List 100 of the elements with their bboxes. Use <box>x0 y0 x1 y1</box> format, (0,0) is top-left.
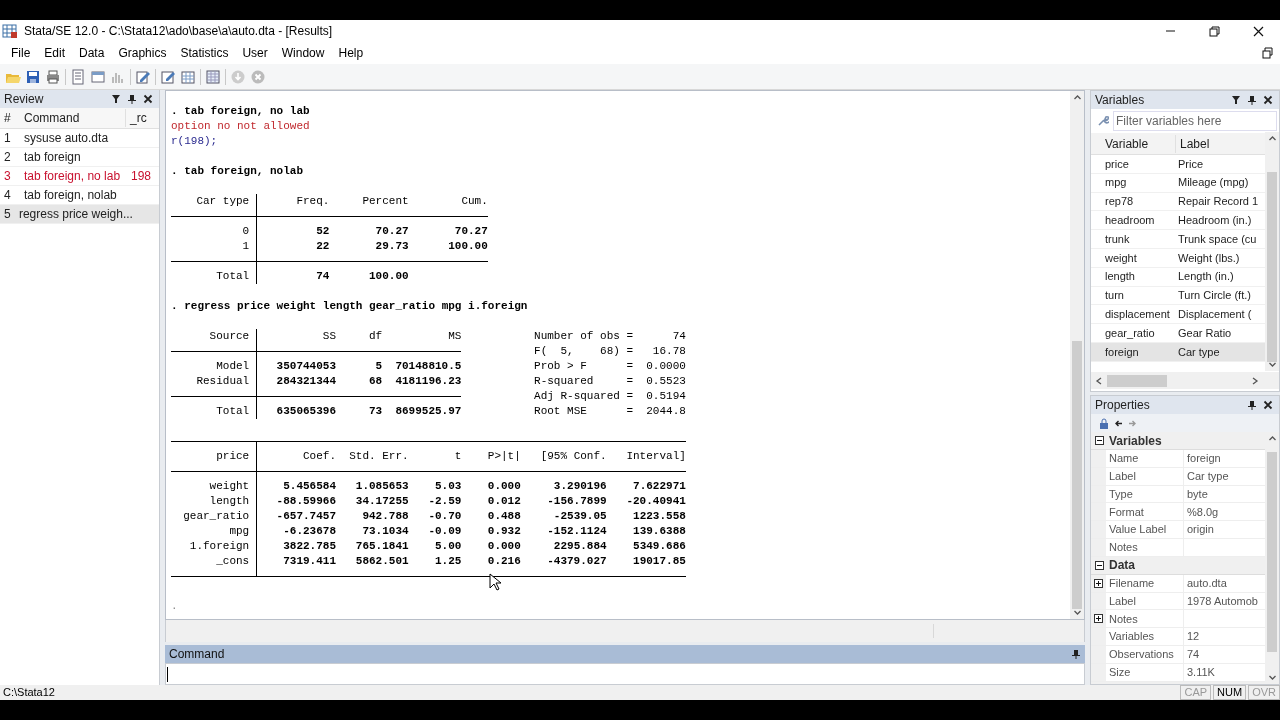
menu-item[interactable]: Data <box>72 42 112 64</box>
command-text: regress price weigh... <box>17 206 133 223</box>
close-icon <box>1251 24 1265 38</box>
table-cell-text: 1.25 <box>434 554 462 569</box>
close-icon[interactable] <box>1263 95 1273 105</box>
statistic-line: Adj R-squared = 0.5194 <box>534 389 686 404</box>
restore-icon <box>1207 24 1221 38</box>
column-header: Std. Err. <box>348 449 409 464</box>
table-cell-text: 22 <box>315 239 330 254</box>
collapse-icon[interactable] <box>1095 436 1104 445</box>
edit-icon[interactable] <box>135 68 151 85</box>
pin-icon[interactable] <box>1247 400 1257 410</box>
scrollbar[interactable] <box>1070 91 1084 619</box>
scroll-thumb[interactable] <box>1072 341 1082 609</box>
command-input[interactable] <box>165 663 1085 685</box>
close-icon[interactable] <box>143 94 153 104</box>
statistic-line: R-squared = 0.5523 <box>534 374 686 389</box>
table-cell: Total <box>171 404 257 419</box>
table-cell: weight <box>171 479 257 494</box>
variable-name: turn <box>1104 288 1125 304</box>
scrollbar[interactable] <box>1265 132 1279 371</box>
menu-item[interactable]: Statistics <box>173 42 236 64</box>
menu-item[interactable]: Help <box>331 42 371 64</box>
scroll-left-icon[interactable] <box>1095 375 1103 386</box>
variable-row[interactable]: trunk Trunk space (cu <box>1091 230 1265 249</box>
table-cell-text: -2.59 <box>427 494 462 509</box>
table-cell-text: 5349.686 <box>632 539 686 554</box>
pin-icon[interactable] <box>127 94 137 104</box>
variable-label: Displacement ( <box>1177 307 1253 322</box>
expand-icon[interactable] <box>1094 578 1103 588</box>
column-header[interactable]: Command <box>22 109 125 127</box>
close-icon[interactable] <box>1263 400 1273 410</box>
table-cell-text: 635065396 <box>275 404 336 419</box>
table-cell-text: 0.488 <box>486 509 521 524</box>
scrollbar[interactable] <box>1091 372 1279 389</box>
scroll-thumb[interactable] <box>1107 374 1167 387</box>
variable-row[interactable]: gear_ratio Gear Ratio <box>1091 324 1265 343</box>
variable-name: foreign <box>1104 344 1140 360</box>
table-cell-text: 19017.85 <box>632 554 686 569</box>
table-cell-text: 139.6388 <box>632 524 686 539</box>
column-header[interactable]: _rc <box>125 109 159 127</box>
scroll-thumb[interactable] <box>1267 172 1277 362</box>
table-cell-text: 73.1034 <box>361 524 409 539</box>
restore-icon[interactable] <box>1262 47 1274 59</box>
column-header[interactable]: Variable <box>1091 134 1175 153</box>
pin-icon[interactable] <box>1071 649 1081 659</box>
table-cell-text: 5.00 <box>434 539 462 554</box>
table-icon[interactable] <box>180 68 196 85</box>
variable-row[interactable]: price Price <box>1091 155 1265 174</box>
table-cell-text: 7319.411 <box>282 554 336 569</box>
variable-label: Trunk space (cu <box>1177 231 1258 247</box>
table-cell-text: -2539.05 <box>552 509 607 524</box>
status-indicator: CAP <box>1180 685 1212 700</box>
edit-icon[interactable] <box>160 68 176 85</box>
back-arrow-icon[interactable] <box>1114 418 1123 428</box>
table-cell-text: 0.932 <box>486 524 521 539</box>
menu-item[interactable]: Window <box>274 42 332 64</box>
scroll-thumb[interactable] <box>1267 452 1277 652</box>
table-cell-text: 100.00 <box>447 239 488 254</box>
forward-arrow-icon[interactable] <box>1128 418 1137 428</box>
filter-field[interactable]: Filter variables here <box>1113 111 1277 131</box>
scroll-right-icon[interactable] <box>1251 375 1259 386</box>
command-text: tab foreign <box>23 149 82 166</box>
table-cell-text: 73 <box>368 404 383 419</box>
property-name: Name <box>1106 450 1184 467</box>
table-cell-text: 5 <box>374 359 383 374</box>
collapse-icon[interactable] <box>1095 560 1104 570</box>
history-row[interactable]: 5 regress price weigh... <box>0 205 159 224</box>
command-line: . tab foreign, no lab <box>171 104 310 119</box>
menu-item[interactable]: Graphics <box>111 42 174 64</box>
variable-label: Headroom (in.) <box>1177 213 1253 229</box>
scrollbar[interactable] <box>1265 432 1279 684</box>
grid-icon[interactable] <box>205 68 221 85</box>
property-value: origin <box>1184 521 1265 538</box>
print-icon[interactable] <box>45 68 61 85</box>
column-header: MS <box>447 329 462 344</box>
filter-icon[interactable] <box>111 94 121 104</box>
table-cell-text: 5.03 <box>434 479 462 494</box>
column-header: Source <box>171 329 257 344</box>
variable-label: Price <box>1177 156 1205 172</box>
table-cell-text: 1223.558 <box>632 509 686 524</box>
menu-item[interactable]: User <box>235 42 275 64</box>
column-header[interactable]: # <box>0 109 22 127</box>
variable-label: Gear Ratio <box>1177 325 1233 341</box>
table-cell-text: 100.00 <box>368 269 409 284</box>
expand-icon[interactable] <box>1094 614 1103 624</box>
command-line: . regress price weight length gear_ratio mpg i.foreign <box>171 299 528 314</box>
menu-item[interactable]: File <box>4 42 38 64</box>
pin-icon[interactable] <box>1247 95 1257 105</box>
lock-icon[interactable] <box>1099 417 1109 429</box>
menu-item[interactable]: Edit <box>37 42 73 64</box>
variable-label: Car type <box>1177 344 1221 360</box>
save-icon[interactable] <box>25 68 41 85</box>
window-icon[interactable] <box>90 68 106 85</box>
variable-label: Weight (lbs.) <box>1177 250 1241 266</box>
variable-name: trunk <box>1104 231 1131 247</box>
table-cell: 1 <box>171 239 257 254</box>
statistic-line: Number of obs = 74 <box>534 329 686 344</box>
group-title: Data <box>1109 557 1135 575</box>
filter-icon[interactable] <box>1231 95 1241 105</box>
